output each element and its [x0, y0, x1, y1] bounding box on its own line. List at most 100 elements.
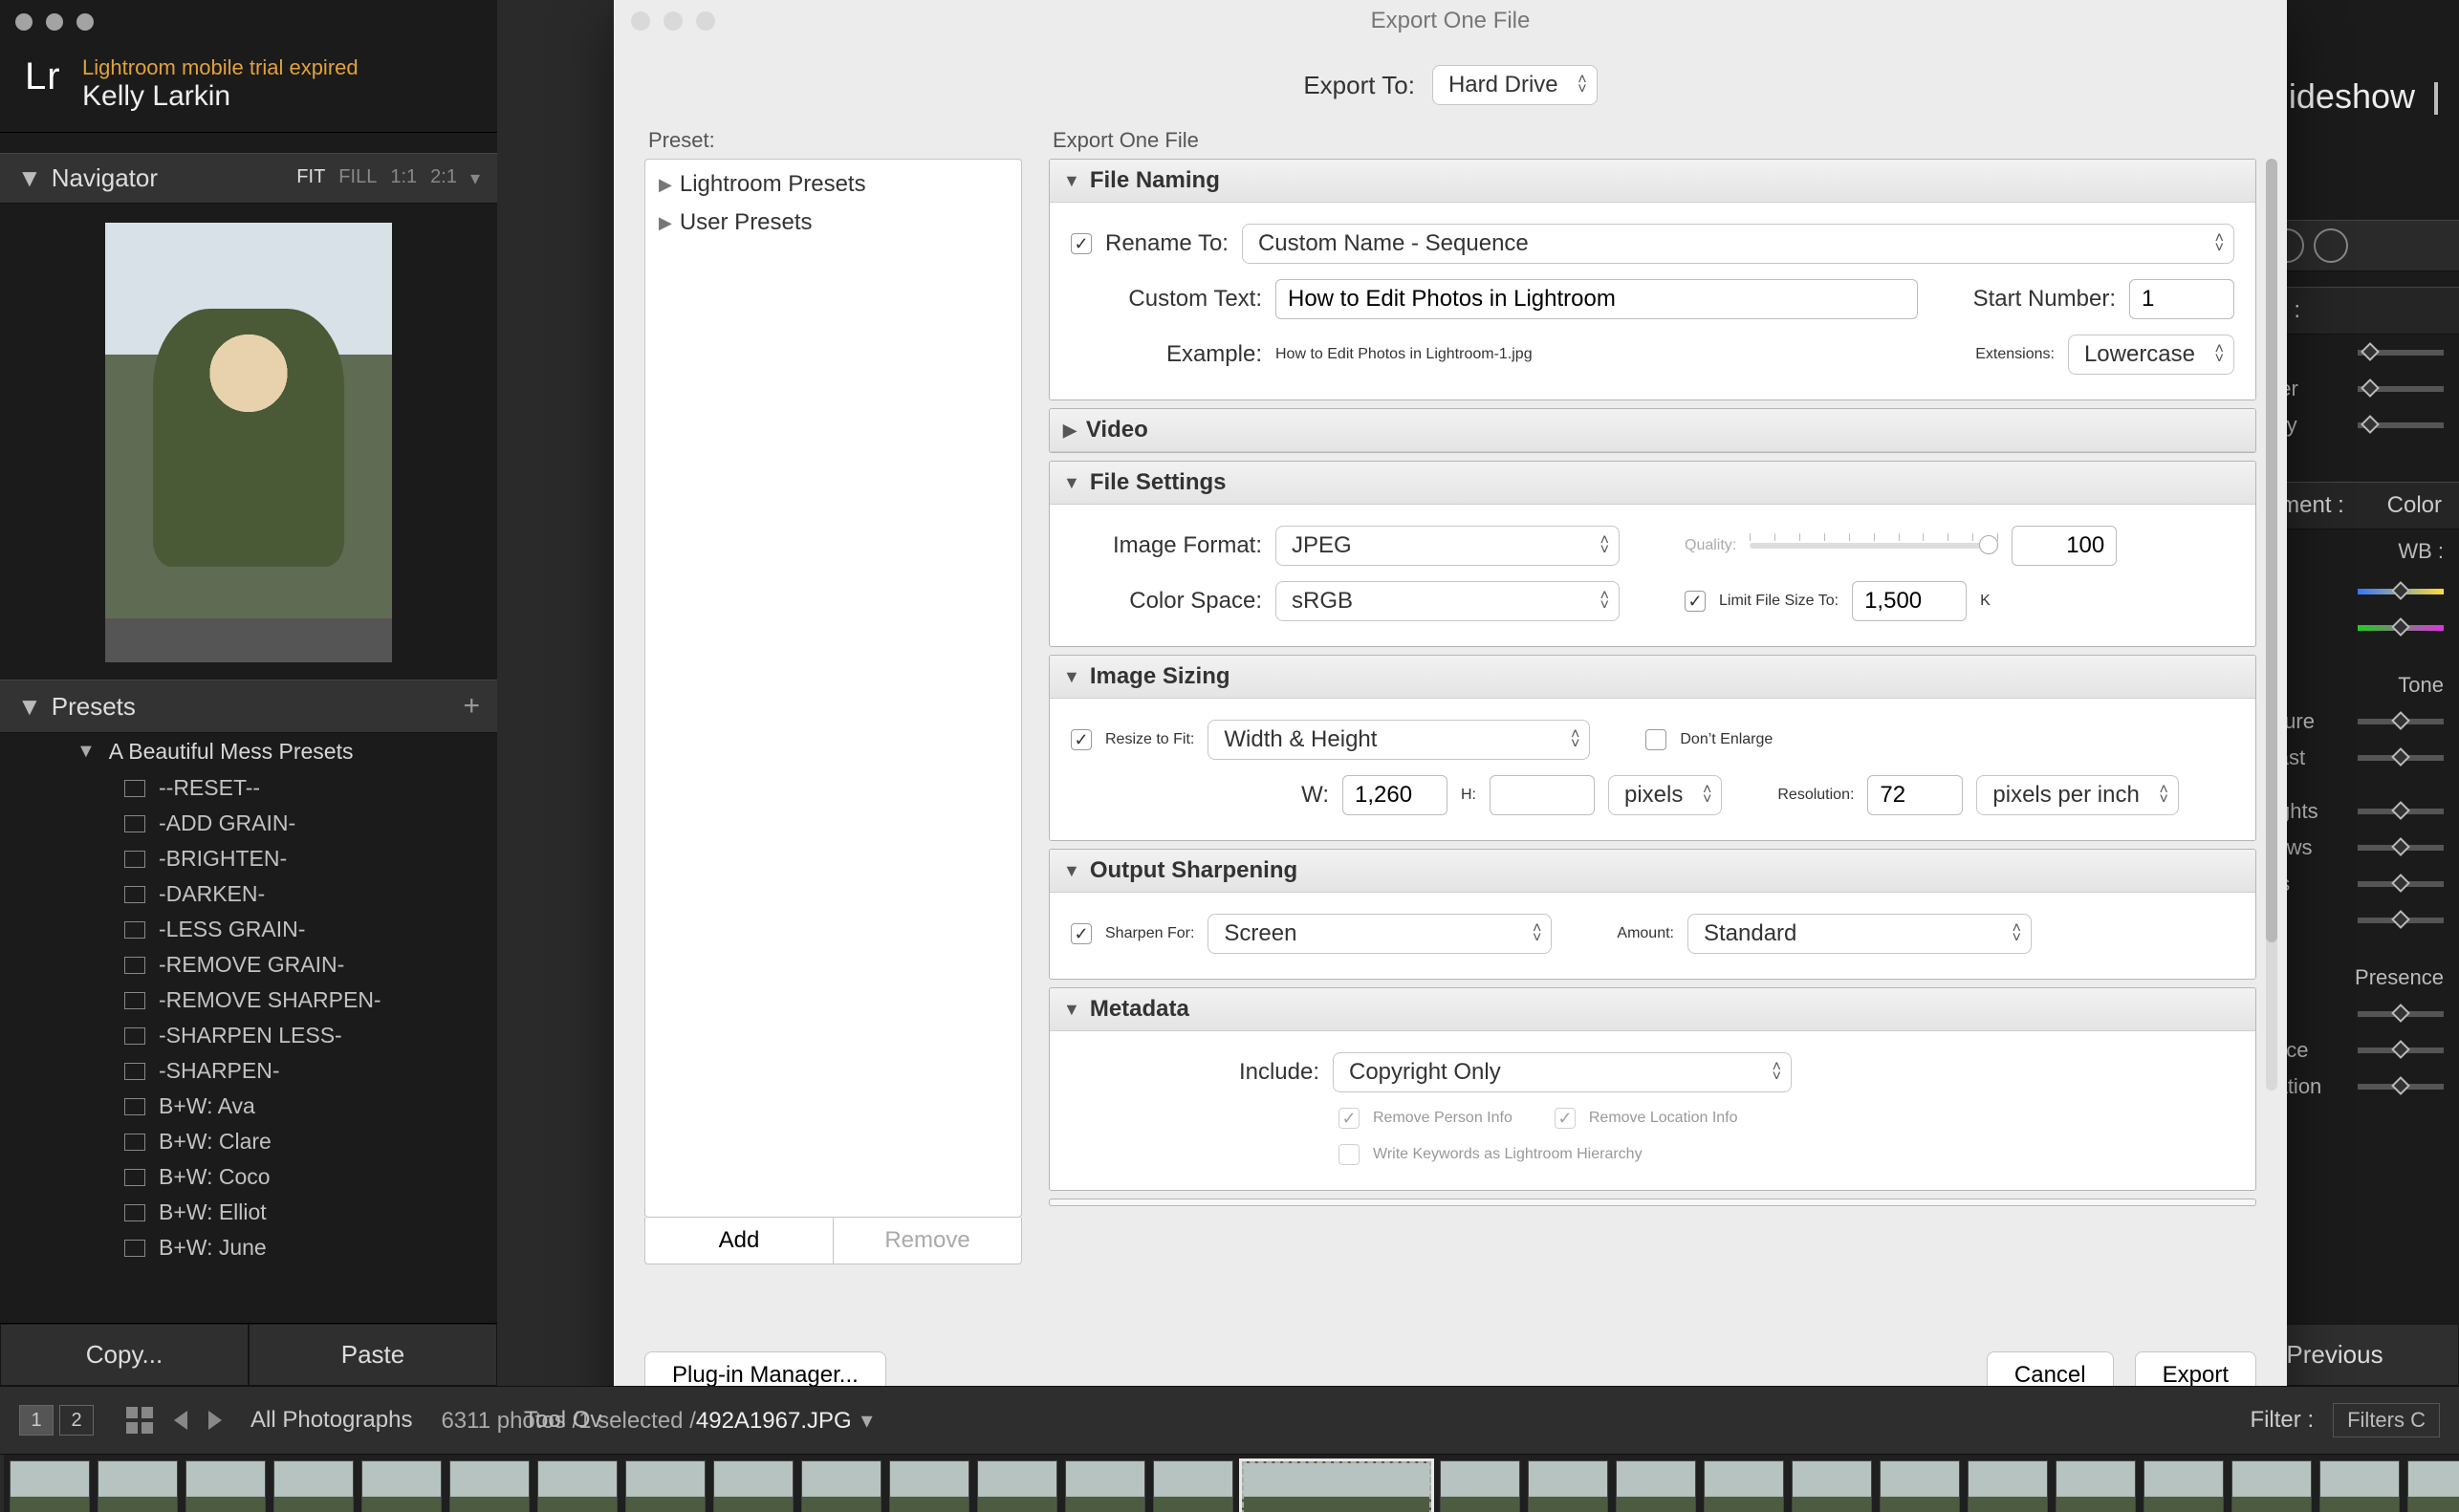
preset-folder[interactable]: ▶User Presets: [655, 204, 1012, 242]
section-header[interactable]: ▼File Naming: [1050, 160, 2255, 203]
add-preset-icon[interactable]: +: [463, 690, 480, 723]
filmstrip-thumb[interactable]: [2231, 1460, 2312, 1512]
resize-mode-select[interactable]: Width & Height: [1208, 720, 1590, 760]
filmstrip-thumb[interactable]: [185, 1460, 266, 1512]
disclosure-triangle-icon[interactable]: ▼: [1063, 473, 1080, 493]
grid-icon[interactable]: [126, 1407, 153, 1434]
sharpen-checkbox[interactable]: [1071, 923, 1092, 944]
section-header[interactable]: ▼Image Sizing: [1050, 656, 2255, 699]
section-header[interactable]: ▼File Settings: [1050, 462, 2255, 505]
preset-item[interactable]: B+W: Clare: [0, 1124, 497, 1159]
preset-item[interactable]: -ADD GRAIN-: [0, 806, 497, 841]
filmstrip-thumb[interactable]: [1241, 1460, 1432, 1512]
export-to-select[interactable]: Hard Drive: [1432, 65, 1598, 105]
filmstrip-thumb[interactable]: [977, 1460, 1057, 1512]
filmstrip-thumb[interactable]: [1153, 1460, 1233, 1512]
chevron-down-icon[interactable]: ▾: [861, 1408, 873, 1434]
rename-checkbox[interactable]: [1071, 233, 1092, 254]
colorspace-select[interactable]: sRGB: [1275, 581, 1620, 621]
limit-filesize-input[interactable]: [1852, 581, 1967, 621]
preset-item[interactable]: B+W: Coco: [0, 1159, 497, 1195]
disclosure-triangle-icon[interactable]: ▼: [1063, 171, 1080, 191]
filmstrip-thumb[interactable]: [1065, 1460, 1145, 1512]
filmstrip-thumb[interactable]: [1616, 1460, 1696, 1512]
page-2[interactable]: 2: [59, 1405, 94, 1436]
macos-traffic-lights[interactable]: [15, 13, 94, 31]
section-header[interactable]: ▼Output Sharpening: [1050, 850, 2255, 893]
copy-button[interactable]: Copy...: [0, 1324, 249, 1386]
zoom-menu-icon[interactable]: ▾: [470, 166, 480, 190]
width-input[interactable]: [1342, 775, 1447, 815]
filmstrip[interactable]: [4, 1455, 2459, 1512]
preset-item[interactable]: -REMOVE GRAIN-: [0, 947, 497, 983]
disclosure-triangle-icon[interactable]: ▼: [76, 741, 96, 763]
filmstrip-thumb[interactable]: [1704, 1460, 1784, 1512]
preset-item[interactable]: B+W: Elliot: [0, 1195, 497, 1230]
filmstrip-thumb[interactable]: [1880, 1460, 1960, 1512]
filmstrip-thumb[interactable]: [801, 1460, 881, 1512]
filmstrip-thumb[interactable]: [2319, 1460, 2400, 1512]
filmstrip-thumb[interactable]: [10, 1460, 90, 1512]
height-input[interactable]: [1490, 775, 1595, 815]
filmstrip-thumb[interactable]: [537, 1460, 618, 1512]
quality-input[interactable]: [2012, 526, 2117, 566]
disclosure-triangle-icon[interactable]: ▼: [17, 692, 42, 721]
preset-item[interactable]: B+W: Ava: [0, 1089, 497, 1124]
metadata-include-select[interactable]: Copyright Only: [1333, 1052, 1792, 1092]
filmstrip-thumb[interactable]: [2056, 1460, 2136, 1512]
custom-text-input[interactable]: [1275, 279, 1918, 319]
add-preset-button[interactable]: Add: [645, 1218, 834, 1264]
zoom-fill[interactable]: FILL: [338, 166, 377, 190]
zoom-1-1[interactable]: 1:1: [390, 166, 417, 190]
filmstrip-thumb[interactable]: [1968, 1460, 2048, 1512]
zoom-fit[interactable]: FIT: [296, 166, 325, 190]
filmstrip-thumb[interactable]: [361, 1460, 442, 1512]
quality-slider[interactable]: [1750, 543, 1998, 549]
navigator-preview[interactable]: [105, 223, 392, 662]
secondary-display-pager[interactable]: 1 2: [19, 1405, 94, 1436]
section-header[interactable]: ▶Video: [1050, 409, 2255, 452]
presets-header[interactable]: ▼Presets +: [0, 680, 497, 733]
disclosure-triangle-icon[interactable]: ▼: [1063, 861, 1080, 881]
sharpen-amount-select[interactable]: Standard: [1687, 914, 2032, 954]
next-photo-icon[interactable]: [208, 1411, 222, 1430]
filmstrip-thumb[interactable]: [273, 1460, 354, 1512]
filmstrip-thumb[interactable]: [625, 1460, 706, 1512]
resize-checkbox[interactable]: [1071, 729, 1092, 750]
disclosure-triangle-icon[interactable]: ▼: [1063, 667, 1080, 687]
close-icon[interactable]: [631, 11, 650, 31]
zoom-icon[interactable]: [696, 11, 715, 31]
section-header[interactable]: ▼Metadata: [1050, 988, 2255, 1031]
size-units-select[interactable]: pixels: [1608, 775, 1722, 815]
filters-button[interactable]: Filters C: [2333, 1403, 2440, 1437]
resolution-units-select[interactable]: pixels per inch: [1976, 775, 2178, 815]
start-number-input[interactable]: [2129, 279, 2234, 319]
zoom-icon[interactable]: [76, 13, 94, 31]
paste-button[interactable]: Paste: [249, 1324, 497, 1386]
filmstrip-thumb[interactable]: [98, 1460, 178, 1512]
close-icon[interactable]: [15, 13, 33, 31]
preset-list[interactable]: ▶Lightroom Presets ▶User Presets: [644, 159, 1022, 1218]
filmstrip-thumb[interactable]: [2143, 1460, 2224, 1512]
filmstrip-thumb[interactable]: [1528, 1460, 1608, 1512]
page-1[interactable]: 1: [19, 1405, 54, 1436]
dont-enlarge-checkbox[interactable]: [1645, 729, 1666, 750]
navigator-zoom-options[interactable]: FIT FILL 1:1 2:1 ▾: [296, 166, 480, 190]
preset-item[interactable]: -LESS GRAIN-: [0, 912, 497, 947]
filmstrip-thumb[interactable]: [1792, 1460, 1872, 1512]
limit-filesize-checkbox[interactable]: [1685, 591, 1706, 612]
extensions-select[interactable]: Lowercase: [2068, 335, 2234, 375]
scrollbar[interactable]: [2266, 159, 2277, 1091]
minimize-icon[interactable]: [664, 11, 683, 31]
disclosure-triangle-icon[interactable]: ▼: [1063, 1000, 1080, 1020]
filmstrip-thumb[interactable]: [713, 1460, 794, 1512]
dialog-traffic-lights[interactable]: [631, 11, 715, 31]
preset-folder[interactable]: ▶Lightroom Presets: [655, 165, 1012, 204]
disclosure-triangle-icon[interactable]: ▼: [17, 163, 42, 192]
filmstrip-thumb[interactable]: [449, 1460, 530, 1512]
source-label[interactable]: All Photographs: [250, 1407, 412, 1434]
preset-item[interactable]: -SHARPEN-: [0, 1053, 497, 1089]
resolution-input[interactable]: [1867, 775, 1963, 815]
navigator-header[interactable]: ▼Navigator FIT FILL 1:1 2:1 ▾: [0, 153, 497, 204]
preset-group[interactable]: ▼ A Beautiful Mess Presets: [0, 733, 497, 770]
